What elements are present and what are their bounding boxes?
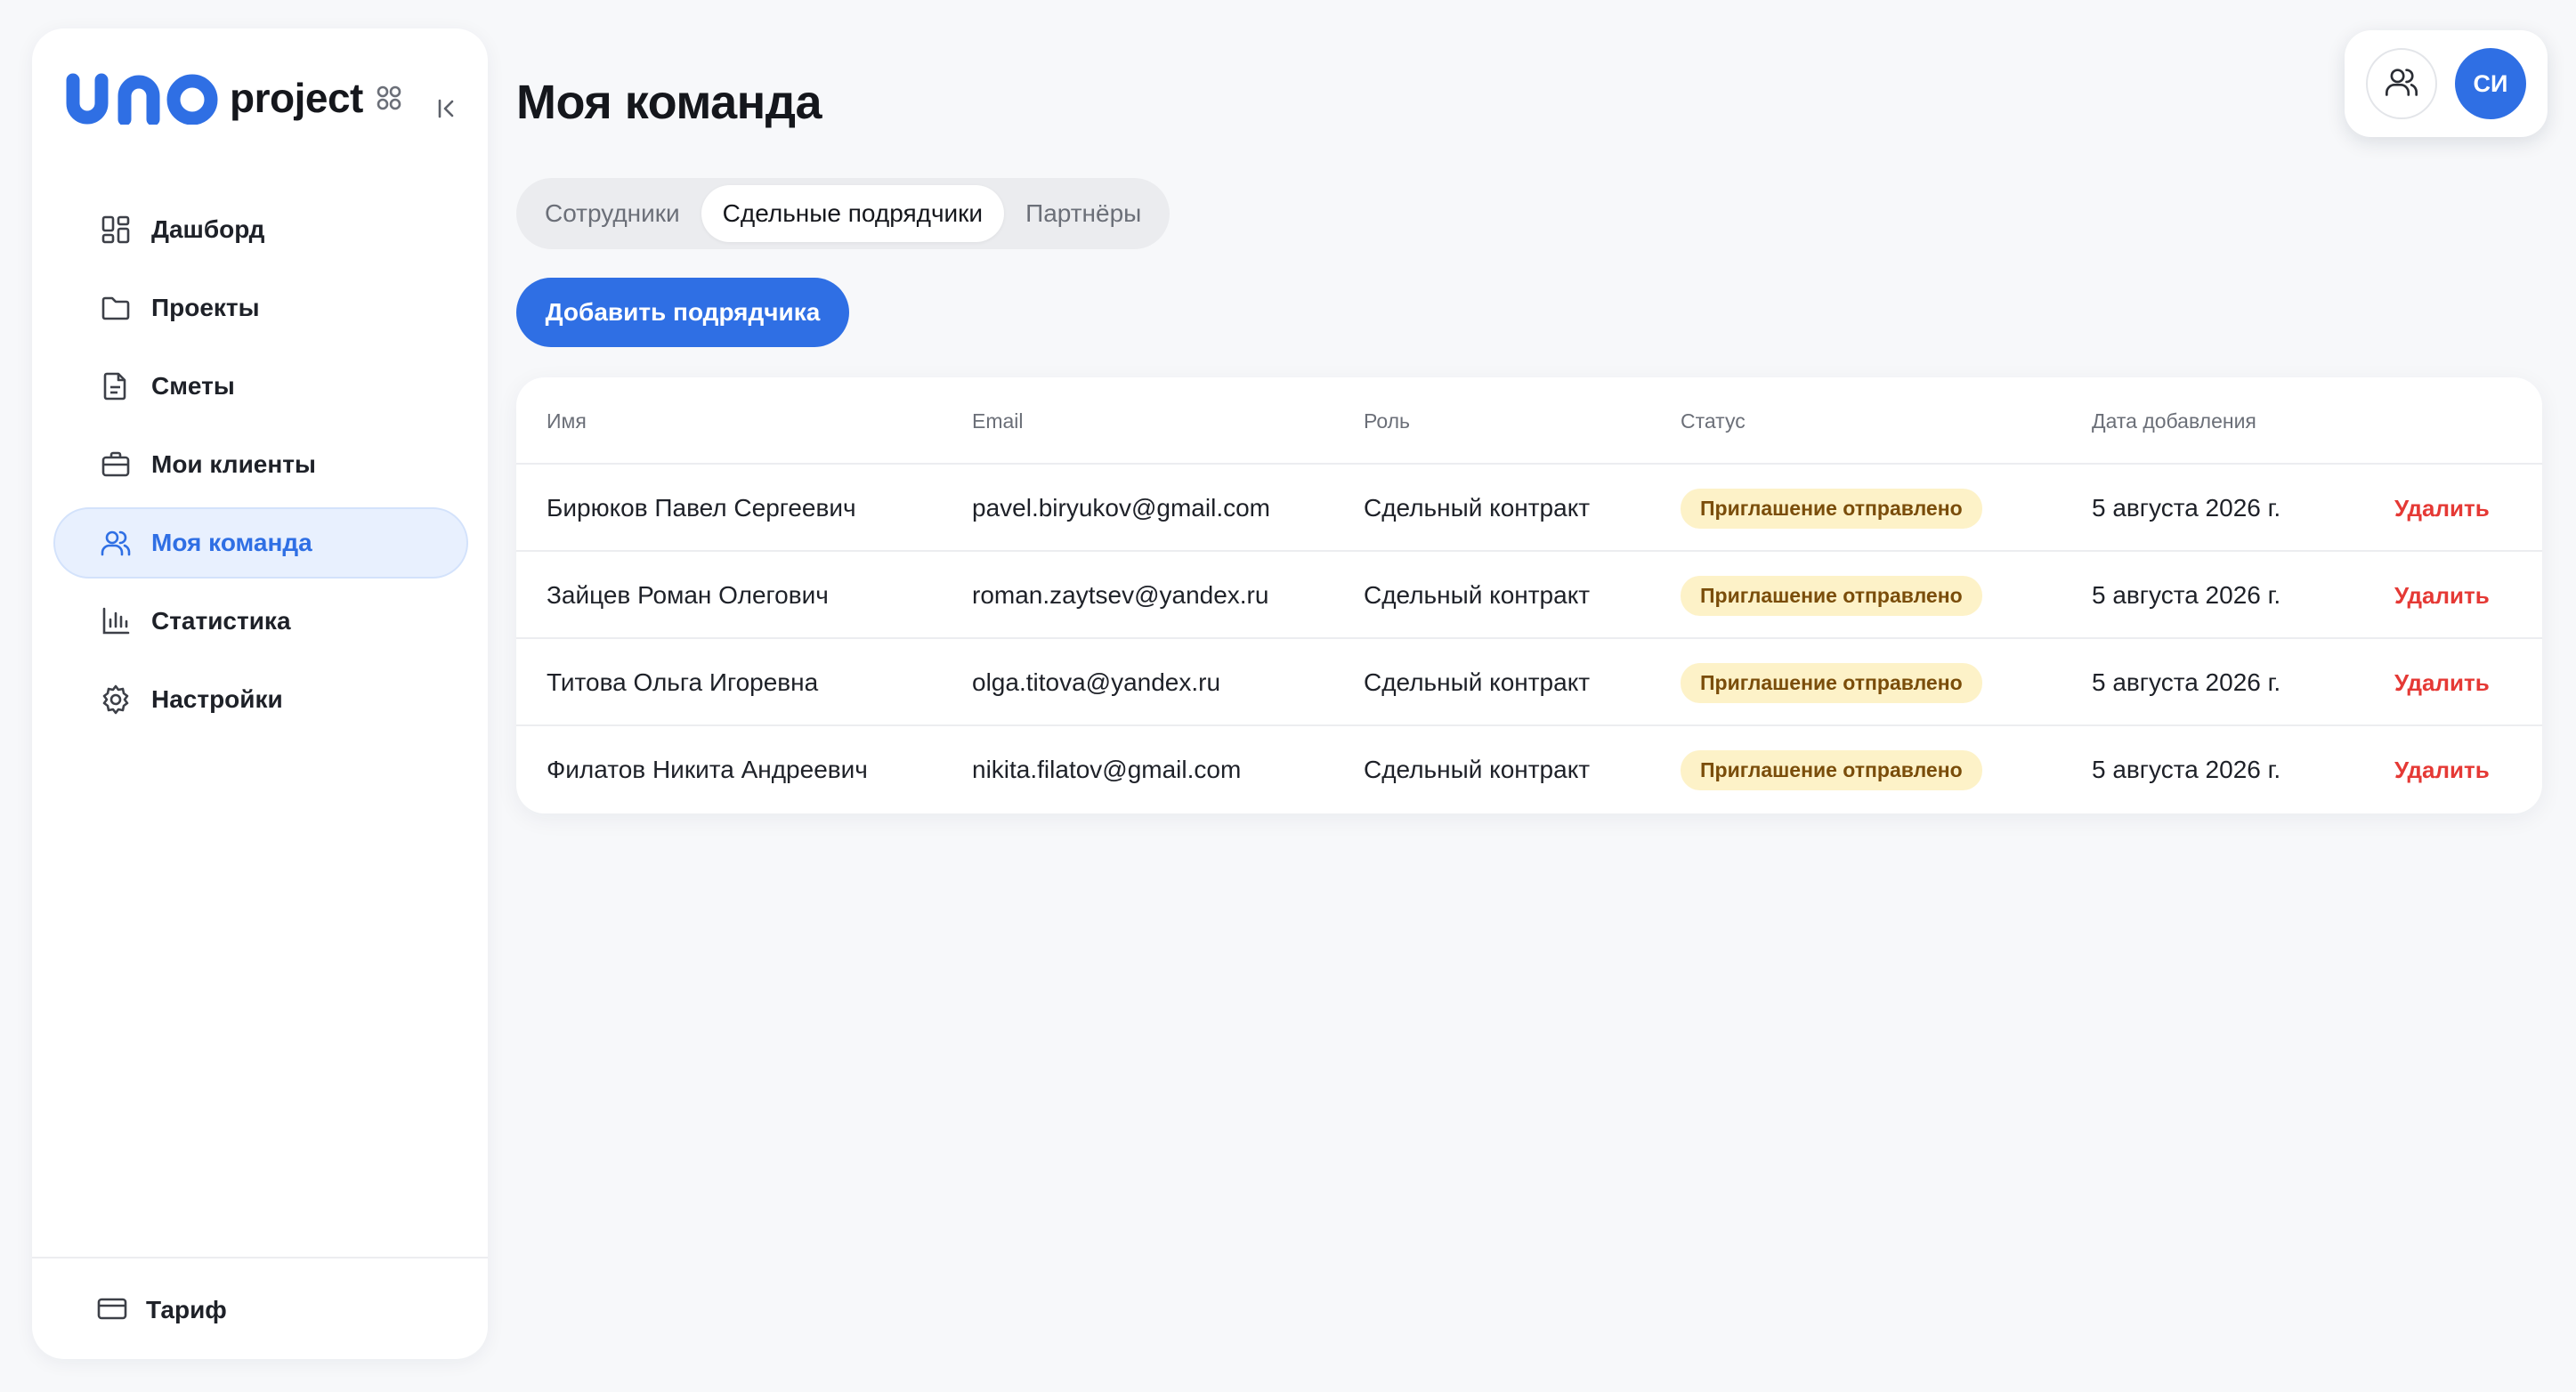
row-name: Зайцев Роман Олегович xyxy=(547,581,829,609)
sidebar-item-label: Настройки xyxy=(151,685,283,713)
uno-logo xyxy=(64,71,221,125)
sidebar-item-label: Тариф xyxy=(146,1296,227,1323)
row-email: nikita.filatov@gmail.com xyxy=(972,756,1242,783)
row-date: 5 августа 2026 г. xyxy=(2092,668,2281,696)
header-email[interactable]: Email xyxy=(972,377,1024,465)
sidebar-item-label: Проекты xyxy=(151,294,260,321)
table-row: Бирюков Павел Сергеевич pavel.biryukov@g… xyxy=(516,465,2542,552)
dashboard-icon xyxy=(98,212,134,247)
sidebar-item-team[interactable]: Моя команда xyxy=(53,507,468,579)
status-badge: Приглашение отправлено xyxy=(1681,488,1982,529)
row-role: Сдельный контракт xyxy=(1364,581,1591,609)
sidebar-item-dashboard[interactable]: Дашборд xyxy=(53,194,468,265)
row-date: 5 августа 2026 г. xyxy=(2092,581,2281,609)
delete-button[interactable]: Удалить xyxy=(2394,582,2490,610)
table-row: Филатов Никита Андреевич nikita.filatov@… xyxy=(516,726,2542,813)
header-status[interactable]: Статус xyxy=(1681,377,1746,465)
row-email: roman.zaytsev@yandex.ru xyxy=(972,581,1269,609)
table-row: Зайцев Роман Олегович roman.zaytsev@yand… xyxy=(516,552,2542,639)
table-row: Титова Ольга Игоревна olga.titova@yandex… xyxy=(516,639,2542,726)
sidebar-item-projects[interactable]: Проекты xyxy=(53,272,468,344)
document-icon xyxy=(98,368,134,404)
sidebar-item-settings[interactable]: Настройки xyxy=(53,664,468,735)
row-name: Филатов Никита Андреевич xyxy=(547,756,868,783)
avatar[interactable]: СИ xyxy=(2455,48,2526,119)
row-email: olga.titova@yandex.ru xyxy=(972,668,1221,696)
sidebar-item-label: Дашборд xyxy=(151,215,265,243)
status-badge: Приглашение отправлено xyxy=(1681,575,1982,616)
sidebar-item-label: Мои клиенты xyxy=(151,450,316,478)
tab-partners[interactable]: Партнёры xyxy=(1004,185,1162,242)
sidebar-item-statistics[interactable]: Статистика xyxy=(53,586,468,657)
gear-icon xyxy=(98,682,134,717)
credit-card-icon xyxy=(96,1292,128,1329)
row-email: pavel.biryukov@gmail.com xyxy=(972,494,1270,522)
contractors-table: Имя Email Роль Статус Дата добавления Би… xyxy=(516,377,2542,813)
sidebar-item-label: Моя команда xyxy=(151,529,312,556)
table-header: Имя Email Роль Статус Дата добавления xyxy=(516,377,2542,465)
row-role: Сдельный контракт xyxy=(1364,668,1591,696)
sidebar-item-label: Статистика xyxy=(151,607,291,635)
brand-name: project xyxy=(230,75,363,121)
sidebar-item-estimates[interactable]: Сметы xyxy=(53,351,468,422)
row-date: 5 августа 2026 г. xyxy=(2092,494,2281,522)
row-role: Сдельный контракт xyxy=(1364,494,1591,522)
sidebar-item-tariff[interactable]: Тариф xyxy=(53,1276,468,1344)
row-name: Бирюков Павел Сергеевич xyxy=(547,494,856,522)
users-icon xyxy=(98,525,134,561)
header-date[interactable]: Дата добавления xyxy=(2092,377,2256,465)
row-name: Титова Ольга Игоревна xyxy=(547,668,819,696)
user-panel: СИ xyxy=(2345,30,2548,137)
page-title: Моя команда xyxy=(516,76,822,129)
sidebar-divider xyxy=(32,1257,488,1258)
bar-chart-icon xyxy=(98,603,134,639)
users-icon xyxy=(2384,64,2419,104)
sidebar-item-clients[interactable]: Мои клиенты xyxy=(53,429,468,500)
sidebar-item-label: Сметы xyxy=(151,372,235,400)
status-badge: Приглашение отправлено xyxy=(1681,662,1982,703)
team-tabs: Сотрудники Сдельные подрядчики Партнёры xyxy=(516,178,1171,249)
delete-button[interactable]: Удалить xyxy=(2394,757,2490,784)
folder-icon xyxy=(98,290,134,326)
row-date: 5 августа 2026 г. xyxy=(2092,756,2281,783)
status-badge: Приглашение отправлено xyxy=(1681,749,1982,790)
collapse-sidebar-icon[interactable] xyxy=(431,93,463,125)
sidebar-nav: Дашборд Проекты Сметы Мои клиенты Моя ко… xyxy=(53,194,468,742)
briefcase-icon xyxy=(98,447,134,482)
sidebar: project Дашборд Проекты Сметы Мои клиент… xyxy=(32,28,488,1359)
tab-contractors[interactable]: Сдельные подрядчики xyxy=(701,185,1005,242)
row-role: Сдельный контракт xyxy=(1364,756,1591,783)
add-contractor-button[interactable]: Добавить подрядчика xyxy=(516,278,849,347)
delete-button[interactable]: Удалить xyxy=(2394,495,2490,522)
team-button[interactable] xyxy=(2366,48,2437,119)
apps-icon[interactable] xyxy=(376,85,402,111)
brand[interactable]: project xyxy=(64,55,402,141)
delete-button[interactable]: Удалить xyxy=(2394,669,2490,697)
header-name[interactable]: Имя xyxy=(547,377,587,465)
header-role[interactable]: Роль xyxy=(1364,377,1410,465)
tab-employees[interactable]: Сотрудники xyxy=(523,185,701,242)
